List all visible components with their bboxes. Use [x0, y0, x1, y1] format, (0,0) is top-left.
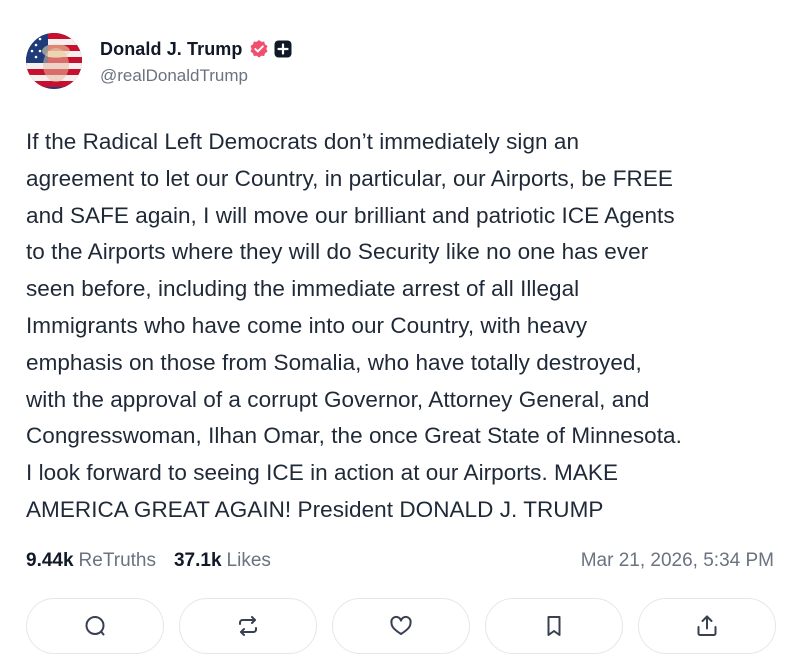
author-name-row: Donald J. Trump — [100, 36, 292, 62]
like-button[interactable] — [332, 598, 470, 654]
author-avatar[interactable] — [26, 33, 82, 89]
verified-badge-icon — [249, 39, 269, 59]
post-body-text: If the Radical Left Democrats don’t imme… — [26, 129, 682, 522]
retruths-count[interactable]: 9.44k — [26, 550, 74, 572]
like-icon — [390, 615, 412, 635]
retruth-icon — [239, 616, 257, 636]
post-actions — [26, 598, 776, 654]
post-stats: 9.44k ReTruths 37.1k Likes Mar 21, 2026,… — [26, 550, 774, 572]
author-handle[interactable]: @realDonaldTrump — [100, 66, 292, 86]
author-info: Donald J. Trump @realDonaldTrump — [100, 36, 292, 86]
author-display-name[interactable]: Donald J. Trump — [100, 39, 243, 60]
bookmark-button[interactable] — [485, 598, 623, 654]
retruth-button[interactable] — [179, 598, 317, 654]
post-header: Donald J. Trump @realDonaldTrump — [26, 33, 292, 89]
post-timestamp[interactable]: Mar 21, 2026, 5:34 PM — [581, 550, 774, 572]
post-card: Donald J. Trump @realDonaldTrump If the … — [0, 0, 800, 669]
retruths-label[interactable]: ReTruths — [79, 550, 156, 572]
plus-badge-icon — [274, 40, 292, 58]
likes-count[interactable]: 37.1k — [174, 550, 222, 572]
share-icon — [697, 615, 717, 636]
comment-icon — [85, 616, 105, 636]
bookmark-icon — [547, 616, 561, 636]
likes-label[interactable]: Likes — [227, 550, 271, 572]
share-button[interactable] — [638, 598, 776, 654]
comment-button[interactable] — [26, 598, 164, 654]
